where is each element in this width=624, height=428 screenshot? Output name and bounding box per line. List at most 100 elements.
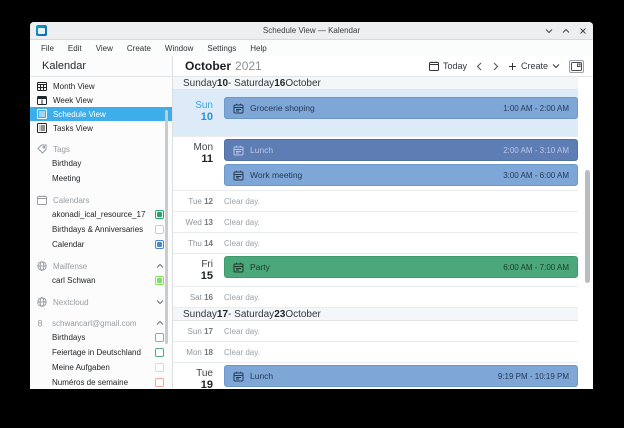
checkbox-box [155,240,164,249]
sidebar-item-birthdays-anniversaries[interactable]: Birthdays & Anniversaries [30,222,172,237]
svg-text:8: 8 [38,319,43,329]
today-button[interactable]: Today [428,61,467,71]
menu-settings[interactable]: Settings [200,44,243,53]
day-row-thu-14[interactable]: Thu 14 Clear day. [173,233,578,254]
titlebar-maximize-button[interactable] [562,28,570,34]
day-row-sat-16[interactable]: Sat 16 Clear day. [173,287,578,308]
day-row-wed-13[interactable]: Wed 13 Clear day. [173,212,578,233]
previous-period-button[interactable] [476,62,483,71]
titlebar-minimize-button[interactable] [545,28,553,34]
day-row-sun-17[interactable]: Sun 17 Clear day. [173,321,578,342]
kalendar-app-icon [36,25,47,36]
menu-window[interactable]: Window [158,44,200,53]
day-name: Sun [187,326,202,336]
sidebar-item-akonadi-ical-resource-17[interactable]: akonadi_ical_resource_17 [30,207,172,222]
sidebar-view-schedule-view[interactable]: Schedule View [30,107,172,121]
main-toolbar: October 2021 Today Create [173,56,593,77]
calendar-checkbox[interactable] [155,225,164,234]
sidebar-view-tasks-view[interactable]: Tasks View [30,121,172,135]
clear-day-text: Clear day. [224,347,260,357]
sidebar-item-carl-schwan[interactable]: carl Schwan [30,273,172,288]
chevron-up-icon[interactable] [156,263,164,269]
calendar-checkbox[interactable] [155,333,164,342]
sidebar-item-birthday[interactable]: Birthday [30,156,172,171]
calendar-icon [428,61,439,71]
menu-edit[interactable]: Edit [61,44,89,53]
sidebar-section-tags[interactable]: Tags [30,142,172,156]
sidebar-item-label: Feiertage in Deutschland [52,348,141,357]
titlebar[interactable]: Schedule View — Kalendar [30,22,593,40]
menu-file[interactable]: File [34,44,61,53]
calendar-checkbox[interactable] [155,363,164,372]
main-scrollbar[interactable] [585,170,590,283]
create-button[interactable]: Create [508,61,560,71]
plus-icon [508,62,517,71]
sidebar-item-birthdays[interactable]: Birthdays [30,330,172,345]
day-row-mon-18[interactable]: Mon 18 Clear day. [173,342,578,363]
calendar-checkbox[interactable] [155,348,164,357]
tag-icon [37,144,47,154]
week-header-text: October [285,308,321,320]
week-header-text: 10 [216,77,229,89]
sidebar-section-calendars[interactable]: Calendars [30,193,172,207]
calendar-checkbox[interactable] [155,240,164,249]
sidebar-section-label: schwancarl@gmail.com [52,318,137,328]
sidebar-item-meeting[interactable]: Meeting [30,171,172,186]
sidebar-section-label: Mailfense [53,261,88,271]
week-header-text: Sunday [183,308,217,320]
sidebar-section-schwancarl-gmail-com[interactable]: 8 schwancarl@gmail.com [30,316,172,330]
day-name: Sun [195,100,213,111]
sidebar-scrollbar[interactable] [165,110,168,344]
day-row-sun-10: Sun 10 Grocerie shoping 1:00 AM - 2:00 AM [173,90,578,137]
sidebar-item-feiertage-in-deutschland[interactable]: Feiertage in Deutschland [30,345,172,360]
day-row-tue-12[interactable]: Tue 12 Clear day. [173,191,578,212]
date-panel-toggle-button[interactable] [569,59,584,73]
checkbox-fill [157,242,162,247]
menu-create[interactable]: Create [120,44,158,53]
event-lunch[interactable]: Lunch 9:19 PM - 10:19 PM [224,365,578,387]
day-label: Mon 11 [173,139,220,186]
calendar-checkbox[interactable] [155,276,164,285]
sidebar-app-title: Kalendar [30,56,172,77]
event-calendar-icon [233,170,244,181]
day-name: Wed [185,217,202,227]
sidebar-item-num-ros-de-semaine[interactable]: Numéros de semaine [30,375,172,389]
event-grocerie-shoping[interactable]: Grocerie shoping 1:00 AM - 2:00 AM [224,97,578,119]
checkbox-box [155,225,164,234]
window-title: Schedule View — Kalendar [262,26,361,35]
sidebar-item-calendar[interactable]: Calendar [30,237,172,252]
week-header-text: - Saturday [228,77,275,89]
event-work-meeting[interactable]: Work meeting 3:00 AM - 6:00 AM [224,164,578,186]
menu-view[interactable]: View [89,44,120,53]
week-header-text: - Saturday [228,308,275,320]
calendar-checkbox[interactable] [155,378,164,387]
tasks-view-icon [37,123,47,133]
sidebar-item-meine-aufgaben[interactable]: Meine Aufgaben [30,360,172,375]
sidebar: Kalendar Month View Week View Schedule Vie… [30,56,173,389]
next-period-button[interactable] [492,62,499,71]
sidebar-section-nextcloud[interactable]: Nextcloud [30,295,172,309]
event-lunch[interactable]: Lunch 2:00 AM - 3:10 AM [224,139,578,161]
day-label: Sun 17 [173,327,220,336]
event-party[interactable]: Party 6:00 AM - 7:00 AM [224,256,578,278]
week-header-text: 23 [274,308,286,320]
chevron-down-icon[interactable] [156,299,164,305]
day-events: Grocerie shoping 1:00 AM - 2:00 AM [220,97,578,123]
chevron-up-icon[interactable] [156,320,164,326]
day-events: Party 6:00 AM - 7:00 AM [220,256,578,282]
menu-help[interactable]: Help [243,44,273,53]
titlebar-close-button[interactable] [579,27,587,35]
sidebar-section-mailfense[interactable]: Mailfense [30,259,172,273]
sidebar-view-label: Month View [53,81,95,91]
event-time: 6:00 AM - 7:00 AM [503,262,569,272]
sidebar-view-month-view[interactable]: Month View [30,79,172,93]
day-name: Mon [186,347,202,357]
chevron-up-icon [156,320,164,326]
clear-day-text: Clear day. [224,196,260,206]
sidebar-item-label: akonadi_ical_resource_17 [52,210,146,219]
date-panel-icon [571,61,582,71]
week-header-text: Sunday [183,77,217,89]
sidebar-view-week-view[interactable]: Week View [30,93,172,107]
calendar-checkbox[interactable] [155,210,164,219]
close-icon [579,27,587,35]
